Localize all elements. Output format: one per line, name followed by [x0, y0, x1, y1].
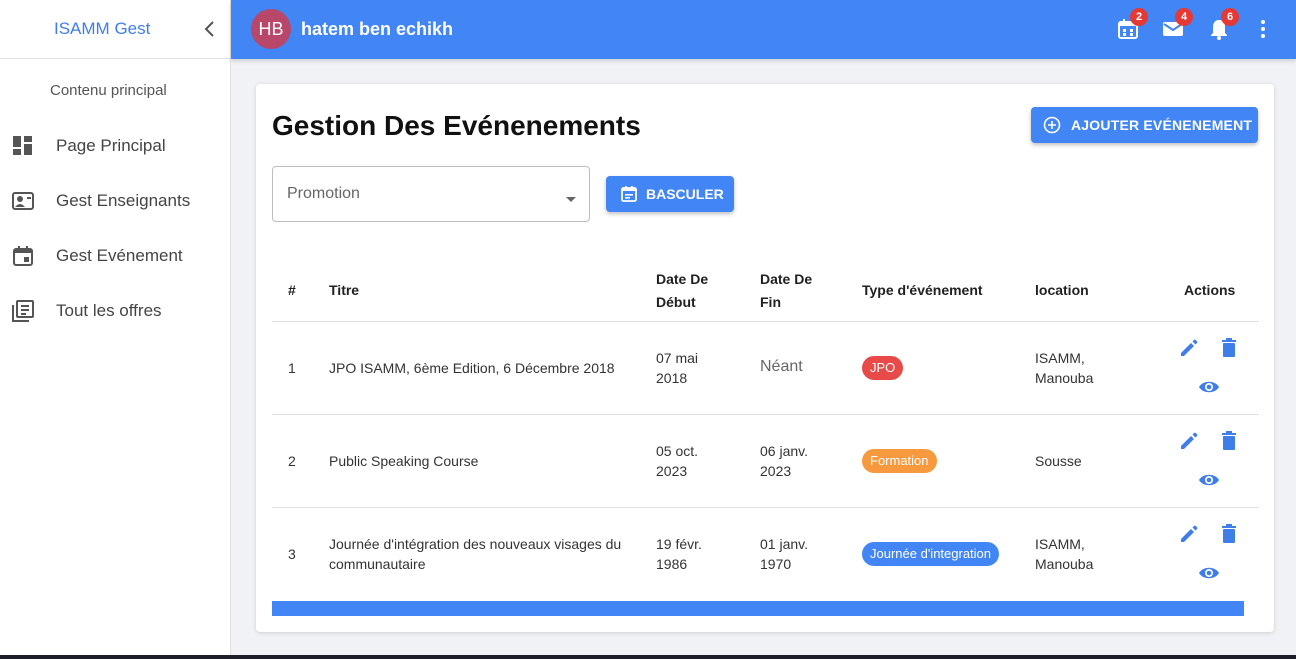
edit-icon[interactable] — [1178, 523, 1200, 545]
mail-badge: 4 — [1175, 8, 1193, 26]
delete-icon[interactable] — [1218, 337, 1240, 359]
cell-location: ISAMM, Manouba — [1035, 350, 1094, 386]
avatar[interactable]: HB — [251, 9, 291, 49]
cell-start-date: 05 oct. 2023 — [656, 443, 699, 479]
eye-icon[interactable] — [1198, 469, 1220, 491]
sidebar-item-label: Gest Evénement — [56, 246, 183, 265]
calendar-icon[interactable]: 2 — [1116, 8, 1148, 41]
taskbar-strip — [0, 655, 1296, 659]
sidebar-item-page-principal[interactable]: Page Principal — [0, 124, 231, 168]
cell-start-date: 19 févr. 1986 — [656, 536, 702, 572]
sidebar-item-gest-enseignants[interactable]: Gest Enseignants — [0, 179, 231, 223]
brand-title[interactable]: ISAMM Gest — [54, 19, 150, 39]
dashboard-icon — [12, 135, 34, 157]
event-note-icon — [620, 185, 638, 203]
delete-icon[interactable] — [1218, 523, 1240, 545]
sidebar-item-label: Gest Enseignants — [56, 191, 191, 210]
cell-title: JPO ISAMM, 6ème Edition, 6 Décembre 2018 — [329, 360, 615, 376]
promotion-select[interactable]: Promotion — [272, 166, 590, 222]
sidebar-item-gest-evenement[interactable]: Gest Evénement — [0, 234, 231, 278]
sidebar-item-label: Tout les offres — [56, 301, 162, 320]
calendar-icon — [12, 245, 34, 267]
delete-icon[interactable] — [1218, 430, 1240, 452]
col-type: Type d'événement — [862, 282, 983, 298]
cell-index: 2 — [288, 453, 296, 469]
table-footer-bar — [272, 601, 1244, 616]
eye-icon[interactable] — [1198, 376, 1220, 398]
user-name: hatem ben echikh — [301, 19, 454, 39]
sidebar-header: ISAMM Gest — [0, 0, 230, 59]
col-title: Titre — [329, 282, 360, 298]
library-books-icon — [12, 300, 34, 322]
events-table: # Titre Date De Début Date De Fin Type d… — [272, 254, 1259, 601]
table-row: 3 Journée d'intégration des nouveaux vis… — [272, 508, 1259, 601]
add-circle-icon — [1043, 116, 1061, 134]
eye-icon[interactable] — [1198, 562, 1220, 584]
sidebar-item-label: Page Principal — [56, 136, 166, 155]
chevron-left-icon[interactable] — [200, 18, 220, 40]
promotion-placeholder: Promotion — [287, 185, 360, 202]
cell-title: Journée d'intégration des nouveaux visag… — [329, 536, 622, 572]
section-title: Contenu principal — [50, 82, 167, 99]
sidebar: ISAMM Gest Contenu principal Page Princi… — [0, 0, 231, 659]
table-header: # Titre Date De Début Date De Fin Type d… — [272, 254, 1259, 322]
edit-icon[interactable] — [1178, 337, 1200, 359]
cell-index: 1 — [288, 360, 296, 376]
toggle-view-button[interactable]: BASCULER — [606, 176, 734, 212]
col-location: location — [1035, 282, 1089, 298]
notifications-badge: 6 — [1221, 8, 1239, 26]
toggle-view-label: BASCULER — [646, 186, 724, 202]
cell-index: 3 — [288, 546, 296, 562]
mail-icon[interactable]: 4 — [1161, 8, 1193, 41]
bell-icon[interactable]: 6 — [1207, 8, 1239, 41]
col-start-date: Date De Début — [656, 271, 709, 310]
caret-down-icon — [565, 191, 577, 202]
col-actions: Actions — [1184, 282, 1236, 298]
contact-card-icon — [12, 190, 34, 212]
type-chip: Journée d'integration — [862, 542, 1000, 566]
edit-icon[interactable] — [1178, 430, 1200, 452]
cell-start-date: 07 mai 2018 — [656, 350, 699, 386]
calendar-badge: 2 — [1130, 8, 1148, 26]
page-title: Gestion Des Evénenements — [272, 110, 641, 141]
col-end-date: Date De Fin — [760, 271, 813, 310]
cell-end-date: Néant — [760, 358, 803, 375]
cell-end-date: 06 janv. 2023 — [760, 443, 808, 479]
events-card: Gestion Des Evénenements AJOUTER EVÉNENE… — [256, 84, 1274, 632]
table-row: 2 Public Speaking Course 05 oct. 2023 06… — [272, 415, 1259, 508]
cell-location: Sousse — [1035, 453, 1082, 469]
col-index: # — [288, 282, 296, 298]
cell-title: Public Speaking Course — [329, 453, 479, 469]
cell-location: ISAMM, Manouba — [1035, 536, 1094, 572]
add-event-label: AJOUTER EVÉNENEMENT — [1071, 117, 1253, 133]
table-row: 1 JPO ISAMM, 6ème Edition, 6 Décembre 20… — [272, 322, 1259, 415]
add-event-button[interactable]: AJOUTER EVÉNENEMENT — [1031, 107, 1258, 143]
sidebar-item-tout-les-offres[interactable]: Tout les offres — [0, 289, 231, 333]
cell-end-date: 01 janv. 1970 — [760, 536, 808, 572]
type-chip: Formation — [862, 449, 937, 473]
more-vert-icon[interactable] — [1253, 17, 1273, 41]
topbar: HB hatem ben echikh 2 4 6 — [231, 0, 1296, 59]
type-chip: JPO — [862, 356, 904, 380]
